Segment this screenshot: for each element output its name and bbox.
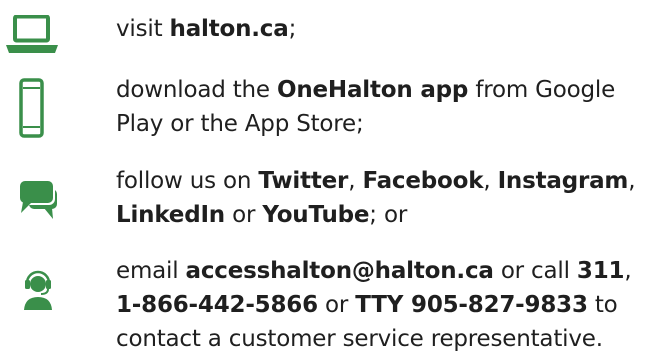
text-line: email accesshalton@halton.ca or call 311…: [116, 254, 652, 288]
headset-agent-icon: [0, 262, 64, 318]
item-text: email accesshalton@halton.ca or call 311…: [116, 254, 652, 356]
text-segment: ;: [288, 16, 297, 42]
text-segment: download the: [116, 77, 277, 103]
text-segment: ,: [348, 168, 363, 194]
bold-text-segment: OneHalton app: [276, 77, 469, 103]
text-segment: from Google: [468, 77, 616, 103]
bold-text-segment: 311: [576, 258, 625, 284]
text-line: visit halton.ca;: [116, 12, 652, 46]
bold-text-segment: 1-866-442-5866: [116, 292, 318, 318]
item-text: visit halton.ca;: [116, 12, 652, 46]
text-line: follow us on Twitter, Facebook, Instagra…: [116, 164, 652, 198]
text-segment: or: [225, 202, 263, 228]
bold-text-segment: accesshalton@halton.ca: [185, 258, 494, 284]
text-segment: ,: [628, 168, 636, 194]
text-line: download the OneHalton app from Google: [116, 73, 652, 107]
text-line: contact a customer service representativ…: [116, 322, 652, 356]
bold-text-segment: halton.ca: [169, 16, 289, 42]
text-line: Play or the App Store;: [116, 107, 652, 141]
bold-text-segment: Twitter: [258, 168, 349, 194]
bold-text-segment: Facebook: [362, 168, 484, 194]
text-segment: contact a customer service representativ…: [116, 326, 603, 352]
text-segment: ,: [624, 258, 632, 284]
text-segment: to: [587, 292, 618, 318]
text-segment: ; or: [369, 202, 408, 228]
text-segment: Play or the App Store;: [116, 111, 364, 137]
text-segment: or call: [493, 258, 577, 284]
text-segment: or: [317, 292, 356, 318]
item-text: follow us on Twitter, Facebook, Instagra…: [116, 164, 652, 232]
bold-text-segment: Instagram: [497, 168, 629, 194]
bold-text-segment: TTY 905-827-9833: [355, 292, 588, 318]
text-line: 1-866-442-5866 or TTY 905-827-9833 to: [116, 288, 652, 322]
item-text: download the OneHalton app from Google Pl…: [116, 73, 652, 141]
text-segment: email: [116, 258, 186, 284]
laptop-icon: [0, 15, 64, 55]
bold-text-segment: YouTube: [262, 202, 370, 228]
text-line: LinkedIn or YouTube; or: [116, 198, 652, 232]
text-segment: ,: [483, 168, 498, 194]
bold-text-segment: LinkedIn: [116, 202, 225, 228]
smartphone-icon: [0, 78, 64, 140]
text-segment: follow us on: [116, 168, 259, 194]
chat-bubbles-icon: [0, 173, 64, 229]
text-segment: visit: [116, 16, 170, 42]
